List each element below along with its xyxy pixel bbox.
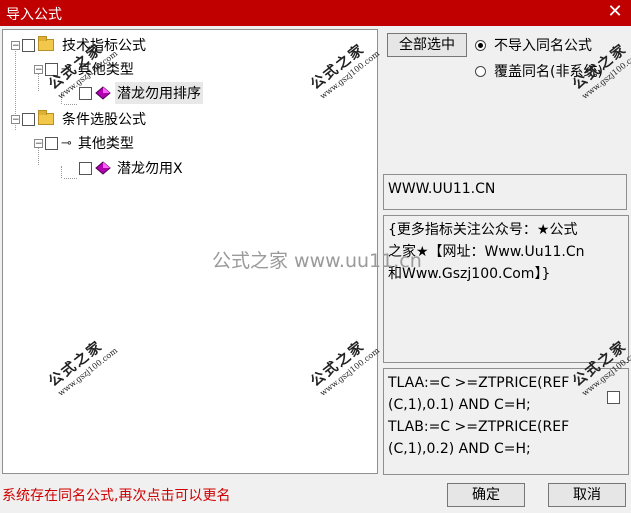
tree-node-tech-indicators[interactable]: − 技术指标公式 bbox=[11, 34, 148, 56]
description-line: {更多指标关注公众号：★公式 bbox=[388, 222, 578, 238]
code-line: TLAA:=C >=ZTPRICE(REF bbox=[388, 375, 570, 391]
formula-code-panel[interactable]: TLAA:=C >=ZTPRICE(REF (C,1),0.1) AND C=H… bbox=[383, 368, 629, 475]
description-panel: {更多指标关注公众号：★公式 之家★【网址：Www.Uu11.Cn 和Www.G… bbox=[383, 215, 629, 363]
option-overwrite[interactable]: 覆盖同名(非系统) bbox=[475, 61, 603, 81]
radio-button[interactable] bbox=[475, 65, 486, 77]
node-checkbox[interactable] bbox=[45, 62, 58, 76]
formula-gem-icon bbox=[95, 86, 111, 100]
status-message: 系统存在同名公式,再次点击可以更名 bbox=[2, 488, 231, 504]
node-checkbox[interactable] bbox=[79, 86, 92, 100]
url-field: WWW.UU11.CN bbox=[383, 174, 627, 210]
close-icon[interactable]: ✕ bbox=[605, 1, 625, 23]
code-line: (C,1),0.2) AND C=H; bbox=[388, 441, 531, 457]
code-line: TLAB:=C >=ZTPRICE(REF bbox=[388, 419, 570, 435]
description-line: 之家★【网址：Www.Uu11.Cn bbox=[388, 244, 585, 260]
tree-node-label: 技术指标公式 bbox=[62, 38, 146, 54]
key-icon: ⊸ bbox=[61, 135, 72, 151]
code-line: (C,1),0.1) AND C=H; bbox=[388, 397, 531, 413]
node-checkbox[interactable] bbox=[45, 136, 58, 150]
option-label: 覆盖同名(非系统) bbox=[494, 64, 603, 80]
node-checkbox[interactable] bbox=[79, 161, 92, 175]
cancel-button[interactable]: 取消 bbox=[548, 483, 626, 507]
ok-button[interactable]: 确定 bbox=[447, 483, 525, 507]
node-checkbox[interactable] bbox=[22, 112, 35, 126]
window-title: 导入公式 bbox=[6, 7, 62, 23]
radio-button[interactable] bbox=[475, 39, 486, 51]
folder-icon bbox=[38, 36, 54, 51]
tree-node-other-types-2[interactable]: − ⊸ 其他类型 bbox=[34, 132, 136, 154]
collapse-icon[interactable]: − bbox=[11, 40, 20, 50]
collapse-icon[interactable]: − bbox=[34, 64, 43, 74]
folder-icon bbox=[38, 110, 54, 125]
tree-node-label: 潜龙勿用排序 bbox=[115, 82, 203, 104]
tree-node-label: 条件选股公式 bbox=[62, 112, 146, 128]
formula-gem-icon bbox=[95, 161, 111, 175]
tree-node-label: 其他类型 bbox=[77, 136, 134, 152]
tree-node-label: 其他类型 bbox=[77, 62, 134, 78]
tree-node-stock-selection[interactable]: − 条件选股公式 bbox=[11, 108, 148, 130]
key-icon: ⊸ bbox=[61, 61, 72, 77]
formula-tree[interactable]: − 技术指标公式 − ⊸ 其他类型 潜龙勿用排序 − 条件选股公式 − ⊸ 其他… bbox=[2, 29, 378, 474]
tree-node-other-types-1[interactable]: − ⊸ 其他类型 bbox=[34, 58, 136, 80]
code-checkbox[interactable] bbox=[607, 391, 620, 404]
description-line: 和Www.Gszj100.Com】} bbox=[388, 266, 551, 282]
tree-node-formula-2[interactable]: 潜龙勿用X bbox=[79, 157, 185, 179]
title-bar: 导入公式 ✕ bbox=[0, 0, 631, 26]
tree-node-label: 潜龙勿用X bbox=[117, 161, 183, 177]
select-all-button[interactable]: 全部选中 bbox=[387, 33, 467, 57]
collapse-icon[interactable]: − bbox=[34, 138, 43, 148]
tree-node-formula-1[interactable]: 潜龙勿用排序 bbox=[79, 82, 203, 104]
option-label: 不导入同名公式 bbox=[494, 38, 592, 54]
collapse-icon[interactable]: − bbox=[11, 114, 20, 124]
option-skip-duplicates[interactable]: 不导入同名公式 bbox=[475, 35, 592, 55]
node-checkbox[interactable] bbox=[22, 38, 35, 52]
